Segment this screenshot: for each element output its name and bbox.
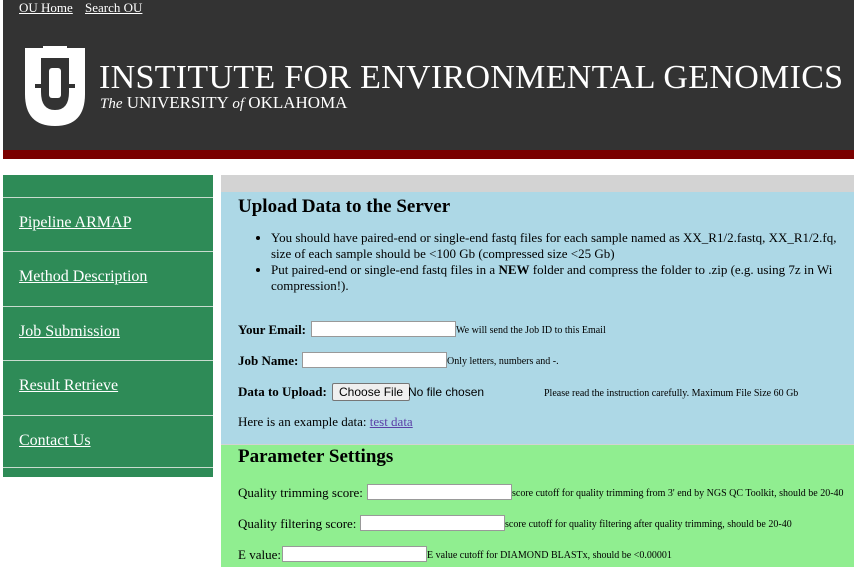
header-stripe [3, 150, 854, 159]
email-label: Your Email: [238, 322, 307, 337]
evalue-hint: E value cutoff for DIAMOND BLASTx, shoul… [427, 550, 672, 561]
subtitle-of: of [232, 96, 245, 112]
instruction-2-new: NEW [498, 262, 530, 277]
choose-file-button[interactable]: Choose File [332, 383, 411, 401]
sidebar-link-pipeline[interactable]: Pipeline ARMAP [19, 214, 131, 232]
sidebar-item-contact[interactable]: Contact Us [3, 415, 213, 468]
instruction-2-post: folder and compress the folder to .zip (… [532, 262, 833, 277]
instructions-list: You should have paired-end or single-end… [238, 230, 854, 294]
email-hint: We will send the Job ID to this Email [456, 325, 606, 336]
filter-label: Quality filtering score: [238, 516, 357, 531]
parameter-section: Parameter Settings Quality trimming scor… [221, 444, 854, 567]
no-file-chosen-text: No file chosen [408, 385, 485, 399]
instruction-1-line-1: You should have paired-end or single-end… [271, 230, 837, 245]
filter-row: Quality filtering score: [238, 515, 356, 533]
example-row: Here is an example data: test data [238, 413, 413, 431]
example-text: Here is an example data: [238, 414, 367, 429]
evalue-row: E value: [238, 546, 281, 564]
site-header: OU Home Search OU INSTITUTE FOR ENVIRONM… [3, 0, 854, 150]
sidebar-link-method[interactable]: Method Description [19, 268, 147, 286]
sidebar-item-job-submission[interactable]: Job Submission [3, 306, 213, 359]
jobname-hint: Only letters, numbers and -. [447, 356, 559, 367]
instruction-1-line-2: size of each sample should be <100 Gb (c… [271, 246, 615, 261]
filter-score-input[interactable] [360, 515, 505, 531]
search-ou-link[interactable]: Search OU [85, 0, 142, 16]
jobname-row: Job Name: [238, 352, 298, 370]
instruction-2-pre: Put paired-end or single-end fastq files… [271, 262, 496, 277]
trim-score-input[interactable] [367, 484, 512, 500]
evalue-label: E value: [238, 547, 281, 562]
data-upload-hint: Please read the instruction carefully. M… [544, 388, 799, 399]
jobname-input[interactable] [302, 352, 447, 368]
subtitle-the: The [100, 96, 123, 112]
subtitle-state: OKLAHOMA [248, 93, 348, 112]
upload-section: Upload Data to the Server You should hav… [221, 192, 854, 444]
instruction-item: You should have paired-end or single-end… [271, 230, 854, 262]
test-data-link[interactable]: test data [370, 414, 413, 429]
data-upload-label: Data to Upload: [238, 384, 327, 399]
jobname-label: Job Name: [238, 353, 299, 368]
main-content: Upload Data to the Server You should hav… [221, 175, 854, 567]
filter-hint: score cutoff for quality filtering after… [505, 519, 792, 530]
site-subtitle: The UNIVERSITY of OKLAHOMA [100, 93, 347, 114]
upload-heading: Upload Data to the Server [238, 196, 451, 217]
sidebar-link-job-submission[interactable]: Job Submission [19, 323, 120, 341]
instruction-item: Put paired-end or single-end fastq files… [271, 262, 854, 294]
email-row: Your Email: [238, 321, 306, 339]
sidebar-item-pipeline[interactable]: Pipeline ARMAP [3, 197, 213, 250]
site-title: INSTITUTE FOR ENVIRONMENTAL GENOMICS [99, 59, 844, 96]
params-heading: Parameter Settings [238, 446, 394, 467]
sidebar-item-method[interactable]: Method Description [3, 251, 213, 304]
trim-label: Quality trimming score: [238, 485, 363, 500]
instruction-2-line-2: compression!). [271, 278, 349, 293]
evalue-input[interactable] [282, 546, 427, 562]
sidebar: Pipeline ARMAP Method Description Job Su… [3, 175, 213, 477]
sidebar-link-contact[interactable]: Contact Us [19, 432, 91, 450]
sidebar-link-result-retrieve[interactable]: Result Retrieve [19, 377, 118, 395]
email-input[interactable] [311, 321, 456, 337]
subtitle-university: UNIVERSITY [126, 93, 229, 112]
ou-logo-icon [25, 46, 85, 126]
trim-hint: score cutoff for quality trimming from 3… [512, 488, 844, 499]
data-upload-row: Data to Upload: [238, 383, 327, 401]
sidebar-item-result-retrieve[interactable]: Result Retrieve [3, 360, 213, 413]
trim-row: Quality trimming score: [238, 484, 363, 502]
ou-home-link[interactable]: OU Home [19, 0, 73, 16]
